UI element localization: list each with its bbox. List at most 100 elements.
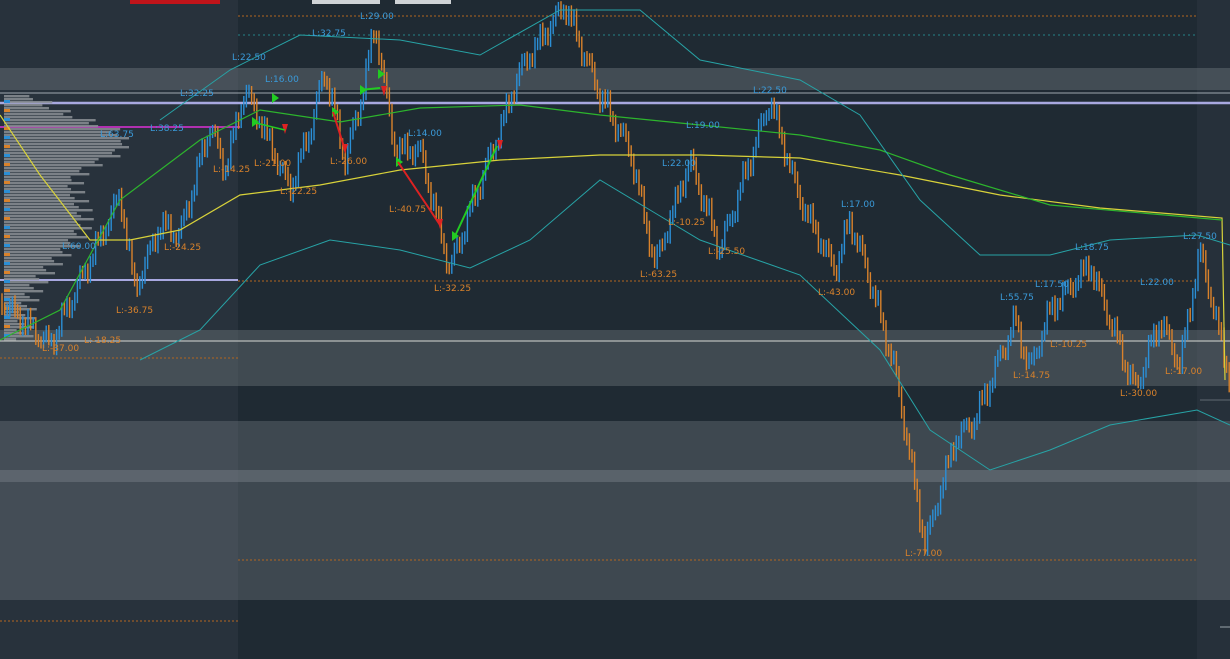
profile-bar	[4, 248, 61, 251]
chart-canvas[interactable]: L:-37.00 L:-18.25 L:-36.75 L:-24.25 L:-14.25…	[0, 0, 1230, 659]
profile-bar	[4, 95, 30, 98]
zone-band	[0, 470, 1230, 482]
profile-bar	[4, 275, 36, 278]
profile-tick	[4, 280, 10, 283]
profile-bar	[4, 236, 87, 239]
profile-bar	[4, 233, 77, 236]
swing-high-label: L:18.75	[1075, 243, 1109, 253]
profile-bar	[4, 269, 47, 272]
profile-bar	[4, 191, 86, 194]
swing-low-label: L:-10.25	[1050, 340, 1087, 350]
profile-bar	[4, 209, 93, 212]
profile-bar	[4, 230, 74, 233]
swing-low-label: L:-40.75	[389, 205, 426, 215]
profile-bar	[4, 140, 121, 143]
profile-bar	[4, 194, 70, 197]
profile-tick	[4, 271, 10, 274]
profile-bar	[4, 320, 18, 323]
swing-high-label: L:32.75	[312, 29, 346, 39]
profile-bar	[4, 101, 53, 104]
profile-bar	[4, 185, 68, 188]
profile-bar	[4, 197, 75, 200]
profile-bar	[4, 182, 85, 185]
profile-bar	[4, 293, 25, 296]
profile-bar	[4, 311, 19, 314]
swing-low-label: L:-18.25	[84, 336, 121, 346]
profile-bar	[4, 227, 92, 230]
profile-bar	[4, 239, 69, 242]
profile-bar	[4, 188, 72, 191]
swing-high-label: L:63.75	[100, 130, 134, 140]
profile-tick	[4, 172, 10, 175]
profile-tick	[4, 217, 10, 220]
profile-tick	[4, 244, 10, 247]
swing-low-label: L:-26.00	[330, 157, 367, 167]
profile-bar	[4, 218, 94, 221]
profile-bar	[4, 161, 95, 164]
profile-bar	[4, 167, 82, 170]
swing-low-label: L:-36.75	[116, 306, 153, 316]
profile-bar	[4, 176, 71, 179]
profile-bar	[4, 104, 43, 107]
profile-bar	[4, 149, 115, 152]
zone-band	[0, 421, 1230, 470]
swing-low-label: L:-22.25	[280, 187, 317, 197]
profile-bar	[4, 146, 129, 149]
profile-tick	[4, 208, 10, 211]
swing-high-label: L:22.00	[1140, 278, 1174, 288]
profile-tick	[4, 262, 10, 265]
swing-high-label: L:19.00	[686, 121, 720, 131]
swing-high-label: L:17.00	[841, 200, 875, 210]
profile-bar	[4, 122, 89, 125]
profile-bar	[4, 158, 99, 161]
swing-high-label: L:16.00	[265, 75, 299, 85]
profile-bar	[4, 224, 81, 227]
profile-bar	[4, 257, 52, 260]
swing-high-label: L:22.00	[662, 159, 696, 169]
profile-bar	[4, 173, 90, 176]
profile-tick	[4, 136, 10, 139]
profile-bar	[4, 272, 56, 275]
swing-low-label: L:-24.25	[164, 243, 201, 253]
profile-bar	[4, 251, 63, 254]
zone-band	[0, 482, 1230, 600]
swing-high-label: L:22.50	[753, 86, 787, 96]
profile-tick	[4, 253, 10, 256]
profile-bar	[4, 263, 63, 266]
toolbar-tab-2	[395, 0, 451, 4]
profile-bar	[4, 107, 49, 110]
swing-high-label: L:17.50	[1035, 280, 1069, 290]
profile-bar	[4, 119, 96, 122]
profile-tick	[4, 289, 10, 292]
profile-bar	[4, 110, 71, 113]
profile-bar	[4, 113, 64, 116]
profile-bar	[4, 206, 79, 209]
profile-bar	[4, 170, 80, 173]
swing-low-label: L:-32.25	[434, 284, 471, 294]
profile-bar	[4, 221, 77, 224]
profile-bar	[4, 125, 99, 128]
toolbar-red-tab	[130, 0, 220, 4]
profile-bar	[4, 284, 30, 287]
swing-high-label: L:29.00	[360, 12, 394, 22]
swing-low-label: L:-21.00	[254, 159, 291, 169]
profile-tick	[4, 325, 10, 328]
swing-low-label: L:-17.00	[1165, 367, 1202, 377]
profile-bar	[4, 200, 90, 203]
profile-bar	[4, 242, 71, 245]
price-chart[interactable]: L:-37.00 L:-18.25 L:-36.75 L:-24.25 L:-14.25…	[0, 0, 1230, 659]
profile-bar	[4, 260, 55, 263]
profile-tick	[4, 100, 10, 103]
profile-bar	[4, 116, 73, 119]
swing-high-label: L:32.25	[180, 89, 214, 99]
swing-low-label: L:-30.00	[1120, 389, 1157, 399]
profile-tick	[4, 235, 10, 238]
swing-low-label: L:-25.50	[708, 247, 745, 257]
profile-bar	[4, 155, 121, 158]
swing-low-label: L:-77.00	[905, 549, 942, 559]
swing-low-label: L:-63.25	[640, 270, 677, 280]
profile-tick	[4, 154, 10, 157]
toolbar-tab-1	[312, 0, 380, 4]
profile-tick	[4, 190, 10, 193]
swing-low-label: L:-14.25	[213, 165, 250, 175]
